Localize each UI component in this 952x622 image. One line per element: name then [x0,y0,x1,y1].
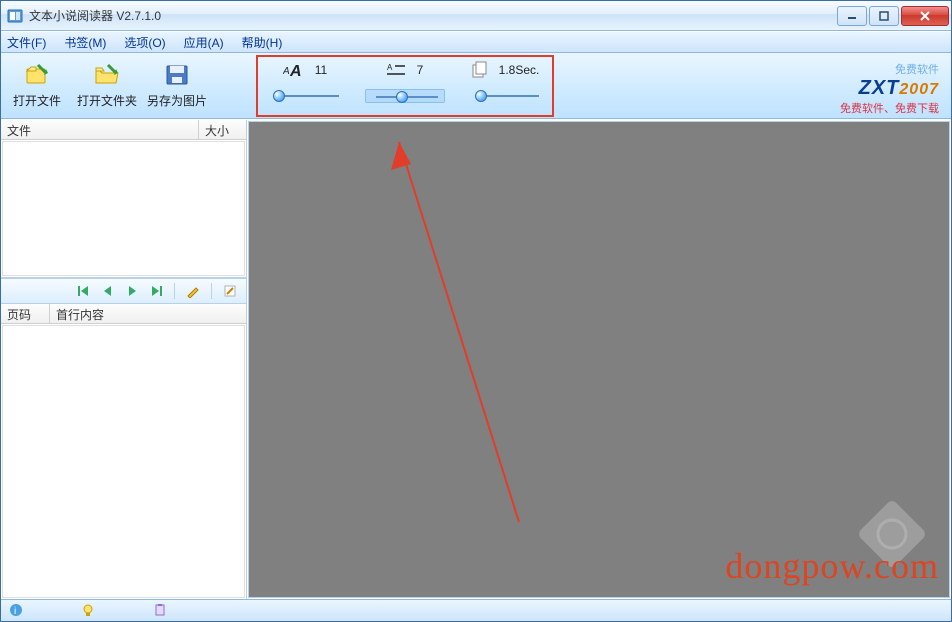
col-file[interactable]: 文件 [1,120,198,139]
status-bar: i [1,599,951,621]
open-file-button[interactable]: 打开文件 [7,62,67,109]
edit-button[interactable] [220,282,240,300]
page-list-header: 页码 首行内容 [1,304,246,324]
logo-subtitle: 免费软件、免费下载 [840,100,939,116]
close-button[interactable] [901,6,949,26]
folder-icon [93,62,121,88]
separator [211,283,212,299]
minimize-button[interactable] [837,6,867,26]
title-bar: 文本小说阅读器 V2.7.1.0 [1,1,951,31]
bulb-icon[interactable] [81,603,97,619]
file-list-body[interactable] [2,141,245,276]
col-firstline[interactable]: 首行内容 [49,304,246,323]
page-list-panel: 页码 首行内容 [1,304,246,599]
menu-options[interactable]: 选项(O) [124,34,165,51]
system-badge-icon [843,485,942,584]
page-list-body[interactable] [2,325,245,598]
main-area: 文件 大小 页码 首行内容 [1,119,951,599]
save-as-image-label: 另存为图片 [147,92,207,109]
clipboard-icon[interactable] [153,603,169,619]
separator [174,283,175,299]
svg-text:i: i [14,606,16,617]
menu-bar: 文件(F) 书签(M) 选项(O) 应用(A) 帮助(H) [1,31,951,53]
file-list-panel: 文件 大小 [1,120,246,278]
interval-value: 1.8Sec. [499,63,540,77]
content-area[interactable]: dongpow.com [248,121,950,598]
window-controls [835,6,949,26]
save-as-image-button[interactable]: 另存为图片 [147,62,207,109]
maximize-button[interactable] [869,6,899,26]
highlight-button[interactable] [183,282,203,300]
svg-text:A: A [283,66,290,77]
font-size-icon: AA [283,60,305,80]
font-size-value: 11 [315,63,327,77]
font-size-control: AA 11 [261,57,349,103]
app-window: 文本小说阅读器 V2.7.1.0 文件(F) 书签(M) 选项(O) 应用(A)… [0,0,952,622]
logo-area: 免费软件 ZXT2007 免费软件、免费下载 [840,61,939,116]
nav-first-button[interactable] [74,282,94,300]
menu-bookmark[interactable]: 书签(M) [64,34,106,51]
annotation-arrow [249,122,949,599]
logo-brand: ZXT2007 [840,77,939,100]
font-size-slider[interactable] [265,89,345,103]
menu-help[interactable]: 帮助(H) [242,34,283,51]
svg-text:A: A [289,63,302,80]
nav-strip [1,278,246,304]
app-icon [7,8,23,24]
info-icon[interactable]: i [9,603,25,619]
save-icon [163,62,191,88]
file-icon [23,62,51,88]
col-size[interactable]: 大小 [198,120,246,139]
file-list-header: 文件 大小 [1,120,246,140]
window-title: 文本小说阅读器 V2.7.1.0 [29,7,835,24]
interval-control: 1.8Sec. [461,57,549,103]
nav-prev-button[interactable] [98,282,118,300]
svg-text:A: A [387,63,393,72]
line-spacing-icon: A [387,62,407,78]
slider-panel: AA 11 A 7 1.8Sec. [261,57,549,103]
nav-last-button[interactable] [146,282,166,300]
logo-free-label: 免费软件 [840,61,939,77]
menu-file[interactable]: 文件(F) [7,34,46,51]
open-folder-label: 打开文件夹 [77,92,137,109]
col-page[interactable]: 页码 [1,304,49,323]
toolbar-buttons: 打开文件 打开文件夹 另存为图片 [1,58,213,113]
interval-slider[interactable] [465,89,545,103]
menu-apps[interactable]: 应用(A) [184,34,224,51]
pages-icon [471,61,489,79]
line-spacing-value: 7 [417,63,424,77]
open-folder-button[interactable]: 打开文件夹 [77,62,137,109]
nav-next-button[interactable] [122,282,142,300]
side-panel: 文件 大小 页码 首行内容 [1,120,247,599]
line-spacing-control: A 7 [361,57,449,103]
line-spacing-slider[interactable] [365,89,445,103]
toolbar: 打开文件 打开文件夹 另存为图片 AA 11 [1,53,951,119]
open-file-label: 打开文件 [13,92,61,109]
